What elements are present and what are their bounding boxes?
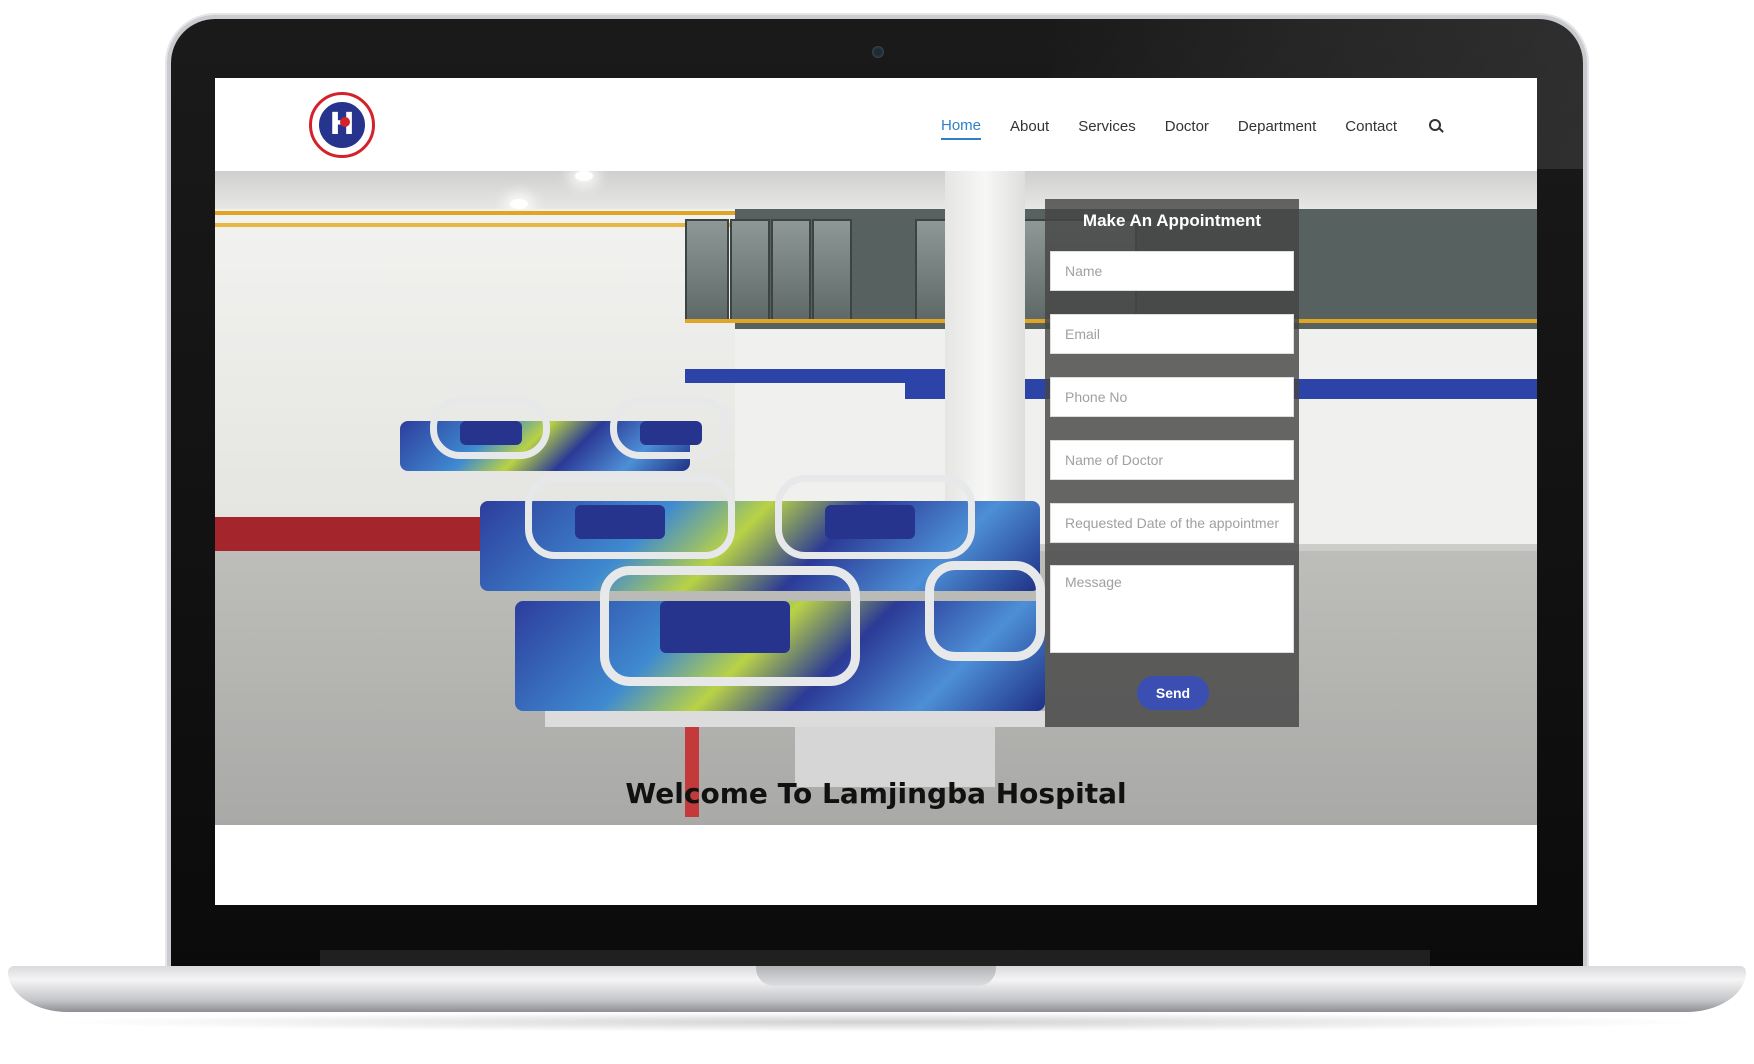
bed-rail-panel: [460, 421, 522, 445]
nav-item-contact[interactable]: Contact: [1345, 118, 1397, 139]
appointment-form: Make An Appointment Send: [1045, 199, 1299, 727]
welcome-heading: Welcome To Lamjingba Hospital: [625, 776, 1127, 810]
bed-rail-panel: [825, 505, 915, 539]
message-field[interactable]: [1050, 565, 1294, 653]
main-nav: Home About Services Doctor Department Co…: [912, 117, 1444, 140]
nav-item-services[interactable]: Services: [1078, 118, 1136, 139]
hero-ceiling: [215, 171, 1537, 209]
send-button[interactable]: Send: [1137, 676, 1209, 710]
name-field[interactable]: [1050, 251, 1294, 291]
search-icon-handle: [1438, 126, 1444, 133]
site-header: H Home About Services Doctor Department …: [215, 78, 1537, 171]
webcam: [872, 46, 884, 58]
email-field[interactable]: [1050, 314, 1294, 354]
search-icon[interactable]: [1429, 118, 1444, 133]
window-pane: [812, 219, 852, 323]
nav-item-doctor[interactable]: Doctor: [1165, 118, 1209, 139]
appointment-title: Make An Appointment: [1082, 211, 1262, 230]
nav-item-about[interactable]: About: [1010, 118, 1049, 139]
ceiling-light: [575, 171, 593, 181]
nav-item-home[interactable]: Home: [940, 117, 981, 140]
bed-rail: [925, 561, 1045, 661]
ceiling-light: [510, 199, 528, 209]
window-pane: [685, 219, 729, 323]
browser-screen: H Home About Services Doctor Department …: [215, 78, 1537, 905]
wall-pipe: [215, 211, 735, 215]
laptop-base-notch: [756, 966, 996, 986]
appointment-date-field[interactable]: [1050, 503, 1294, 543]
screen-bezel-strip: [320, 950, 1430, 966]
bed-rail-panel: [660, 601, 790, 653]
nav-item-department[interactable]: Department: [1238, 118, 1316, 139]
bed-rail-panel: [575, 505, 665, 539]
bed-frame: [545, 711, 1045, 727]
wall-pipe: [215, 223, 735, 227]
doctor-name-field[interactable]: [1050, 440, 1294, 480]
hospital-logo[interactable]: H: [309, 92, 375, 158]
bed-rail-panel: [640, 421, 702, 445]
window-pane: [771, 219, 811, 323]
logo-cross-mark: [340, 117, 350, 127]
phone-field[interactable]: [1050, 377, 1294, 417]
laptop-shadow: [40, 1012, 1714, 1032]
window-pane: [730, 219, 770, 323]
hero-banner: Make An Appointment Send: [215, 171, 1537, 825]
